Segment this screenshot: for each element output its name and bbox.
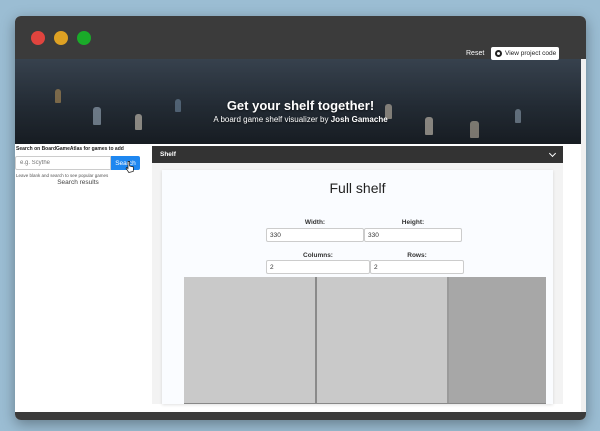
search-hint: Leave blank and search to see popular ga… (16, 173, 109, 178)
width-input[interactable]: 330 (266, 228, 364, 242)
search-label: Search on BoardGameAtlas for games to ad… (16, 146, 124, 152)
view-project-code-label: View project code (505, 50, 557, 57)
width-label: Width: (304, 219, 326, 226)
reset-link[interactable]: Reset (466, 50, 484, 57)
rows-label: Rows: (407, 252, 427, 259)
shelf-divider (447, 277, 449, 404)
shelf-bottom-edge (184, 403, 546, 404)
height-label: Height: (401, 219, 425, 226)
rows-input[interactable]: 2 (370, 260, 464, 274)
maximize-icon[interactable] (77, 31, 91, 45)
subtitle-prefix: A board game shelf visualizer by (213, 115, 329, 124)
shelf-cell (447, 277, 546, 404)
close-icon[interactable] (31, 31, 45, 45)
columns-label: Columns: (303, 252, 333, 259)
search-input[interactable] (15, 156, 111, 170)
search-results-heading: Search results (57, 179, 99, 186)
height-input[interactable]: 330 (364, 228, 462, 242)
page-title: Get your shelf together! (226, 98, 375, 113)
full-shelf-title: Full shelf (329, 180, 386, 196)
shelf-divider (315, 277, 317, 404)
shelf-section-label: Shelf (160, 151, 176, 158)
columns-input[interactable]: 2 (266, 260, 370, 274)
chevron-down-icon[interactable] (548, 149, 557, 157)
page-subtitle: A board game shelf visualizer by Josh Ga… (15, 115, 586, 124)
shelf-section-header[interactable]: Shelf (152, 146, 563, 163)
view-project-code-button[interactable]: View project code (491, 47, 559, 60)
github-icon (495, 50, 502, 57)
minimize-icon[interactable] (54, 31, 68, 45)
pointer-cursor-icon (125, 161, 134, 173)
hero-banner: Get your shelf together! A board game sh… (15, 59, 586, 144)
shelf-visualization (184, 277, 546, 404)
scrollbar[interactable] (581, 59, 586, 412)
author-name: Josh Gamache (330, 115, 388, 124)
window-bottom-bar (15, 412, 586, 420)
